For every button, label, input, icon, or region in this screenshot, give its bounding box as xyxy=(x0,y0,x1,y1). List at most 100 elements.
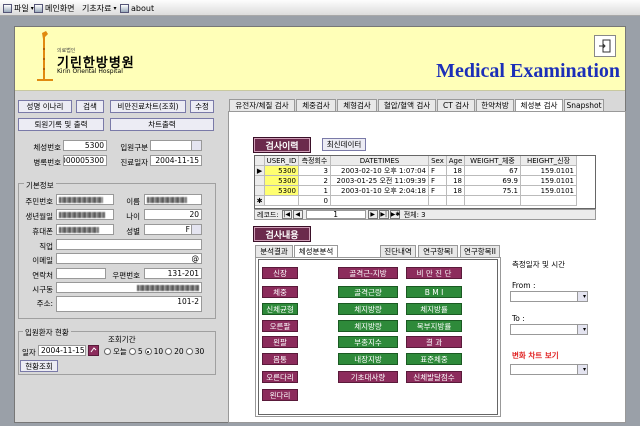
prev-record-icon[interactable]: ◀ xyxy=(292,210,303,219)
analysis-result-button[interactable]: 체지방량 xyxy=(338,320,398,332)
tab-ct[interactable]: CT 검사 xyxy=(437,99,475,111)
grid-column-header[interactable]: USER_ID xyxy=(265,156,299,166)
new-record-icon[interactable]: ▶✱ xyxy=(389,210,400,219)
latest-data-button[interactable]: 최신데이터 xyxy=(322,138,366,151)
analysis-button[interactable]: 오른다리 xyxy=(262,371,298,383)
gender-select[interactable]: F xyxy=(144,224,202,235)
record-number-field[interactable]: 1 xyxy=(305,210,366,219)
grid-column-header[interactable]: DATETIMES xyxy=(331,156,429,166)
analysis-result-button[interactable]: 복부지방률 xyxy=(406,320,462,332)
table-row[interactable]: 5300 2 2003-01-25 오전 11:09:39 F 18 69.9 … xyxy=(255,176,577,186)
visit-date-field[interactable]: 2004-11-15 xyxy=(150,155,202,166)
grid-cell[interactable] xyxy=(265,196,299,206)
grid-cell[interactable]: 159.0101 xyxy=(521,166,577,176)
to-datetime-select[interactable]: ▾ xyxy=(510,324,588,335)
tab-herbal[interactable]: 한약처방 xyxy=(476,99,514,111)
grid-cell[interactable]: 5300 xyxy=(265,166,299,176)
birth-field[interactable] xyxy=(56,209,114,220)
grid-cell[interactable] xyxy=(521,196,577,206)
admit-type-select[interactable] xyxy=(150,140,202,151)
last-record-icon[interactable]: ▶| xyxy=(378,210,389,219)
first-record-icon[interactable]: |◀ xyxy=(281,210,292,219)
phone-field[interactable] xyxy=(56,224,114,235)
email-field[interactable]: @ xyxy=(56,253,202,264)
radio-30[interactable] xyxy=(185,348,193,355)
grid-cell[interactable] xyxy=(447,196,465,206)
table-row[interactable]: ▶ 5300 3 2003-02-10 오후 1:07:04 F 18 67 1… xyxy=(255,166,577,176)
inpatient-date-field[interactable]: 2004-11-15 xyxy=(38,345,86,356)
zip-field[interactable]: 131-201 xyxy=(144,268,202,279)
calendar-button[interactable] xyxy=(88,345,99,356)
from-datetime-select[interactable]: ▾ xyxy=(510,291,588,302)
grid-column-header[interactable]: WEIGHT_체중 xyxy=(465,156,521,166)
menu-main-screen[interactable]: 메인화면 xyxy=(34,2,74,14)
disease-no-field[interactable]: 000005300 xyxy=(63,155,107,166)
tab-weight[interactable]: 체중검사 xyxy=(296,99,336,111)
content-tab-analysis[interactable]: 분석결과 xyxy=(255,245,293,257)
analysis-button[interactable]: 몸통 xyxy=(262,353,298,365)
patient-name-button[interactable]: 성명 이나리 xyxy=(18,100,72,113)
grid-cell[interactable] xyxy=(429,196,447,206)
analysis-button[interactable]: 결 과 xyxy=(406,336,462,348)
grid-column-header[interactable]: Age xyxy=(447,156,465,166)
grid-cell[interactable]: F xyxy=(429,176,447,186)
job-field[interactable] xyxy=(56,239,202,250)
grid-cell[interactable] xyxy=(465,196,521,206)
table-row-new[interactable]: ✱ 0 xyxy=(255,196,577,206)
address-field[interactable]: 101-2 xyxy=(56,296,202,312)
grid-cell[interactable]: 159.0101 xyxy=(521,176,577,186)
analysis-button[interactable]: 오른팔 xyxy=(262,320,298,332)
grid-cell[interactable]: 0 xyxy=(299,196,331,206)
table-row[interactable]: 5300 1 2003-01-10 오후 2:04:18 F 18 75.1 1… xyxy=(255,186,577,196)
content-tab-diagnosis[interactable]: 진단내역 xyxy=(380,245,416,257)
tab-snapshot[interactable]: Snapshot xyxy=(564,99,604,111)
city-field[interactable] xyxy=(56,282,202,293)
radio-5[interactable] xyxy=(128,348,136,355)
menu-basic-data[interactable]: 기초자료 ▾ xyxy=(82,2,116,14)
menu-file[interactable]: 파일 ▾ xyxy=(3,2,34,14)
tab-body-composition[interactable]: 체성분 검사 xyxy=(515,99,563,111)
grid-column-header[interactable]: HEIGHT_신장 xyxy=(521,156,577,166)
grid-cell[interactable]: F xyxy=(429,186,447,196)
obesity-chart-button[interactable]: 비만진료차트(조회) xyxy=(110,100,186,113)
contact-field[interactable] xyxy=(56,268,106,279)
exit-button[interactable] xyxy=(594,35,616,57)
grid-cell[interactable]: 18 xyxy=(447,176,465,186)
grid-cell[interactable]: 2 xyxy=(299,176,331,186)
discharge-record-button[interactable]: 퇴원기록 및 출력 xyxy=(18,118,104,131)
grid-cell[interactable]: F xyxy=(429,166,447,176)
next-record-icon[interactable]: ▶ xyxy=(367,210,378,219)
grid-cell[interactable]: 5300 xyxy=(265,176,299,186)
analysis-button[interactable]: 비 만 진 단 xyxy=(406,267,462,279)
name-field[interactable] xyxy=(144,194,202,205)
analysis-result-button[interactable]: B M I xyxy=(406,286,462,298)
grid-column-header[interactable]: Sex xyxy=(429,156,447,166)
chart-no-field[interactable]: 5300 xyxy=(63,140,107,151)
tab-genetic[interactable]: 유전자/체질 검사 xyxy=(229,99,295,111)
tab-blood[interactable]: 혈압/혈액 검사 xyxy=(378,99,436,111)
grid-cell[interactable]: 75.1 xyxy=(465,186,521,196)
view-status-button[interactable]: 현황조회 xyxy=(20,360,58,372)
grid-cell[interactable] xyxy=(331,196,429,206)
grid-cell[interactable]: 3 xyxy=(299,166,331,176)
analysis-button[interactable]: 신장 xyxy=(262,267,298,279)
age-field[interactable]: 20 xyxy=(144,209,202,220)
edit-button[interactable]: 수정 xyxy=(190,100,214,113)
grid-cell[interactable]: 159.0101 xyxy=(521,186,577,196)
analysis-button[interactable]: 신체발달점수 xyxy=(406,371,462,383)
grid-cell[interactable]: 67 xyxy=(465,166,521,176)
menu-about[interactable]: about xyxy=(120,2,154,14)
analysis-result-button[interactable]: 체지방량 xyxy=(338,303,398,315)
content-tab-research-1[interactable]: 연구항목I xyxy=(418,245,458,257)
grid-cell[interactable]: 18 xyxy=(447,166,465,176)
radio-today[interactable] xyxy=(104,348,111,355)
analysis-button[interactable]: 체중 xyxy=(262,286,298,298)
analysis-button[interactable]: 골격근-지방 xyxy=(338,267,398,279)
tab-body-type[interactable]: 체형검사 xyxy=(337,99,377,111)
grid-column-header[interactable]: 측정회수 xyxy=(299,156,331,166)
print-chart-button[interactable]: 차트출력 xyxy=(110,118,214,131)
grid-cell[interactable]: 2003-01-10 오후 2:04:18 xyxy=(331,186,429,196)
radio-20[interactable] xyxy=(165,348,173,355)
analysis-result-button[interactable]: 표준체중 xyxy=(406,353,462,365)
analysis-button[interactable]: 왼다리 xyxy=(262,389,298,401)
